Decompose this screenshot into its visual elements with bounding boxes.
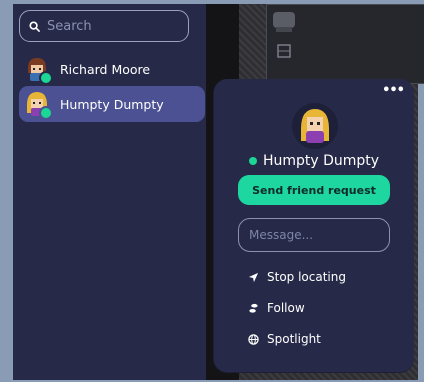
profile-name: Humpty Dumpty xyxy=(214,153,414,169)
search-placeholder: Search xyxy=(47,18,92,34)
user-list-item-selected[interactable]: Humpty Dumpty xyxy=(19,86,205,122)
user-name: Richard Moore xyxy=(60,61,151,77)
action-label: Follow xyxy=(267,301,305,315)
spotlight-button[interactable]: Spotlight xyxy=(248,329,321,349)
online-status-dot xyxy=(39,106,53,120)
map-room xyxy=(266,4,424,84)
message-input[interactable]: Message... xyxy=(238,218,390,252)
online-status-dot xyxy=(248,157,257,165)
follow-button[interactable]: Follow xyxy=(248,298,305,318)
more-options-button[interactable]: ••• xyxy=(382,83,405,98)
profile-avatar-image xyxy=(292,103,338,149)
search-input[interactable]: Search xyxy=(19,10,189,42)
stop-locating-button[interactable]: Stop locating xyxy=(248,267,346,287)
user-list-item[interactable]: Richard Moore xyxy=(19,51,205,87)
location-arrow-icon xyxy=(248,272,259,282)
action-label: Spotlight xyxy=(267,332,321,346)
profile-avatar xyxy=(292,103,338,149)
avatar xyxy=(25,56,53,85)
user-name: Humpty Dumpty xyxy=(60,96,164,112)
profile-name-text: Humpty Dumpty xyxy=(262,153,380,169)
profile-card: ••• Humpty Dumpty Send friend request Me… xyxy=(213,79,414,373)
globe-icon xyxy=(248,333,259,345)
action-label: Stop locating xyxy=(267,270,346,284)
map-furniture xyxy=(273,12,295,58)
message-placeholder: Message... xyxy=(249,228,314,242)
online-status-dot xyxy=(39,71,53,85)
avatar xyxy=(25,91,53,120)
people-sidebar: Search Richard Moore Humpty Dumpty xyxy=(13,4,206,380)
send-friend-request-button[interactable]: Send friend request xyxy=(238,175,390,205)
footsteps-icon xyxy=(249,303,258,313)
search-icon xyxy=(29,20,40,32)
